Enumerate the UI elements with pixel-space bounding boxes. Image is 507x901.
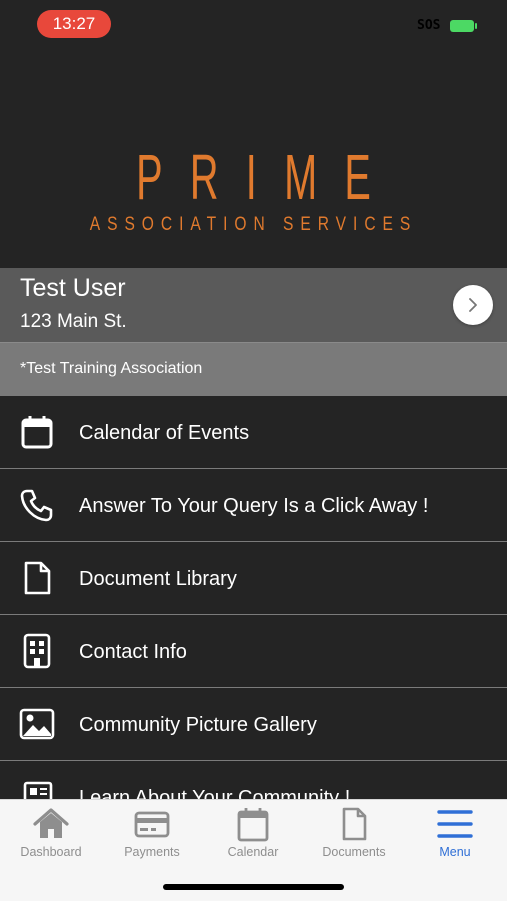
menu-item-label: Answer To Your Query Is a Click Away !	[79, 495, 429, 517]
tab-documents[interactable]: Documents	[309, 806, 399, 859]
menu-item-calendar[interactable]: Calendar of Events	[0, 396, 507, 469]
menu-item-label: Document Library	[79, 568, 237, 590]
calendar-icon	[237, 808, 269, 842]
tab-label: Payments	[124, 845, 180, 859]
user-card[interactable]: Test User 123 Main St.	[0, 268, 507, 343]
status-time: 13:27	[37, 10, 111, 38]
tab-dashboard[interactable]: Dashboard	[6, 806, 96, 859]
newspaper-icon	[23, 781, 53, 799]
status-bar: 13:27 SOS	[0, 0, 507, 50]
menu-item-label: Community Picture Gallery	[79, 714, 317, 736]
carrier-label: SOS	[417, 18, 441, 33]
menu-item-query[interactable]: Answer To Your Query Is a Click Away !	[0, 469, 507, 542]
document-icon	[24, 561, 51, 595]
building-icon	[23, 633, 51, 669]
logo-main-text: PRIME	[136, 141, 399, 213]
tab-label: Calendar	[227, 845, 279, 859]
credit-card-icon	[134, 811, 170, 838]
tab-label: Menu	[439, 845, 471, 859]
tab-label: Documents	[322, 845, 386, 859]
tab-menu[interactable]: Menu	[410, 806, 500, 859]
user-address: 123 Main St.	[20, 311, 127, 332]
menu-item-label: Calendar of Events	[79, 422, 250, 444]
association-label: *Test Training Association	[20, 360, 203, 377]
prime-logo: PRIME ASSOCIATION SERVICES	[0, 138, 507, 236]
menu-item-label: Contact Info	[79, 641, 187, 663]
home-icon	[33, 808, 69, 838]
tab-label: Dashboard	[20, 845, 82, 859]
user-name: Test User	[20, 274, 126, 302]
hamburger-icon	[437, 810, 473, 838]
menu-item-gallery[interactable]: Community Picture Gallery	[0, 688, 507, 761]
logo-sub-text: ASSOCIATION SERVICES	[89, 214, 418, 235]
image-icon	[19, 708, 55, 740]
phone-icon	[20, 489, 53, 522]
battery-icon	[450, 20, 477, 32]
association-selector[interactable]: *Test Training Association	[0, 343, 507, 396]
home-indicator[interactable]	[163, 884, 344, 890]
chevron-right-icon	[469, 298, 477, 312]
tab-payments[interactable]: Payments	[107, 806, 197, 859]
menu-item-contact[interactable]: Contact Info	[0, 615, 507, 688]
user-detail-button[interactable]	[453, 285, 493, 325]
menu-list: Calendar of Events Answer To Your Query …	[0, 396, 507, 799]
document-icon	[342, 807, 367, 841]
tab-calendar[interactable]: Calendar	[208, 806, 298, 859]
menu-item-learn[interactable]: Learn About Your Community !	[0, 761, 507, 799]
calendar-icon	[21, 416, 53, 449]
menu-item-documents[interactable]: Document Library	[0, 542, 507, 615]
menu-item-label: Learn About Your Community !	[79, 787, 351, 799]
